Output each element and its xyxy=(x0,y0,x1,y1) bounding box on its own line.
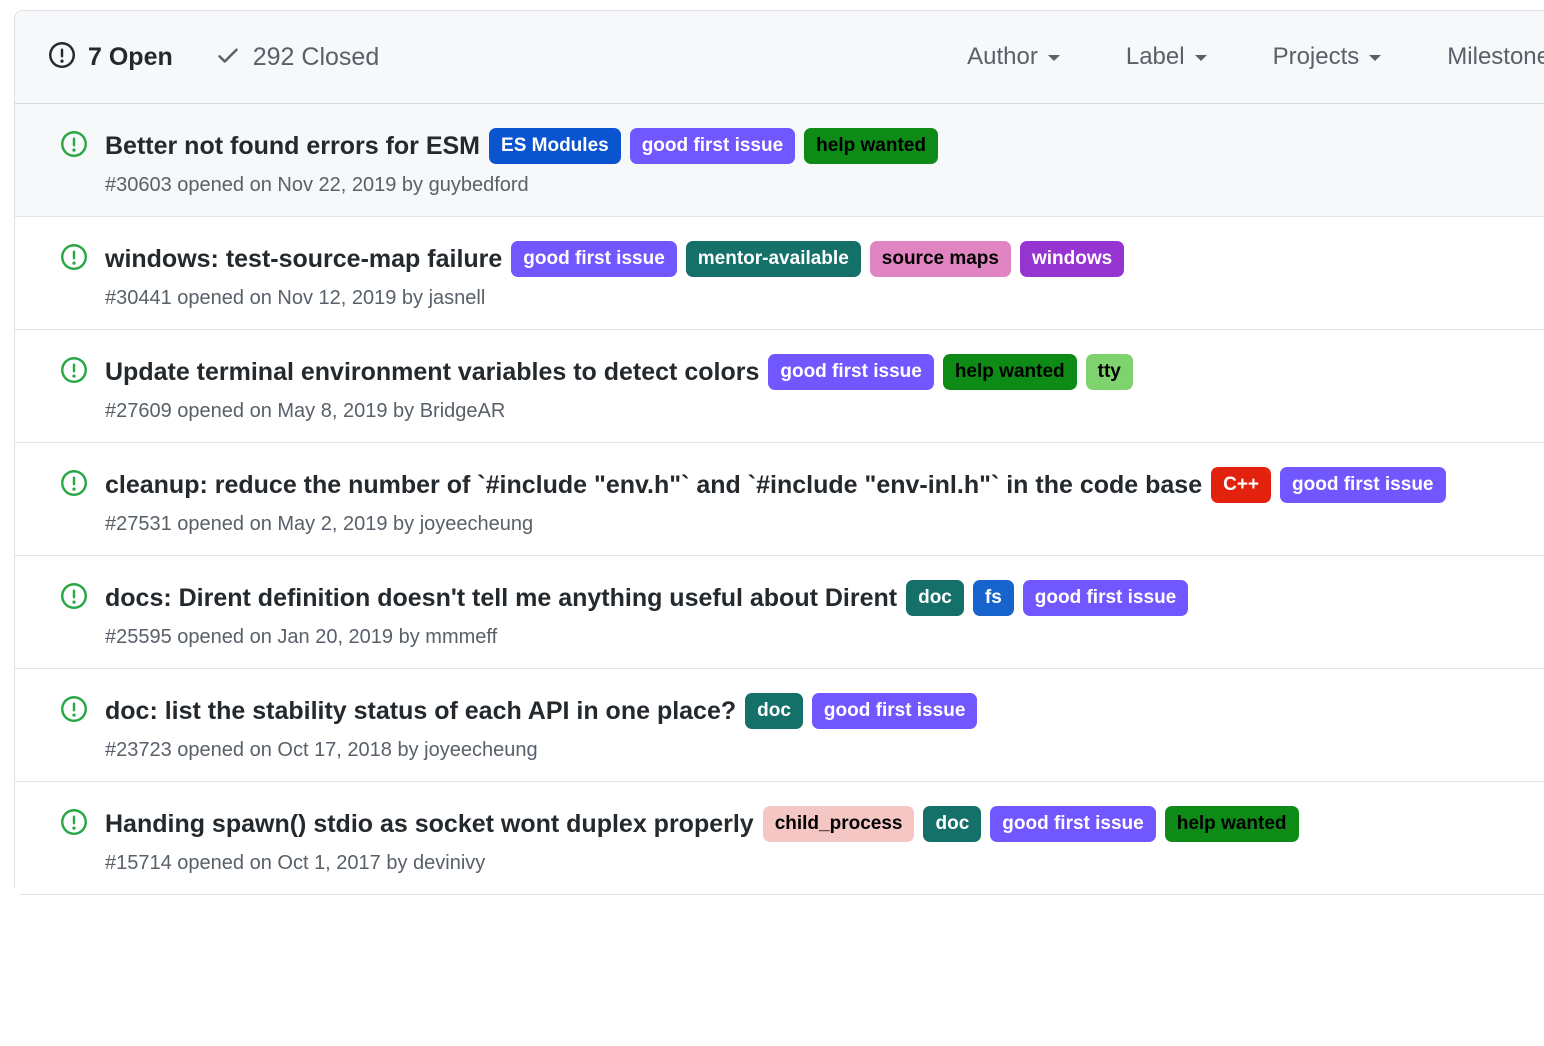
issue-opened-icon xyxy=(49,42,75,73)
label-source-maps[interactable]: source maps xyxy=(870,241,1011,277)
issue-row: cleanup: reduce the number of `#include … xyxy=(15,442,1544,555)
filter-dropdown-label[interactable]: Label xyxy=(1126,43,1207,71)
issue-title-link[interactable]: windows: test-source-map failure xyxy=(105,245,502,273)
issue-row: doc: list the stability status of each A… xyxy=(15,668,1544,781)
check-icon xyxy=(215,42,241,73)
label-doc[interactable]: doc xyxy=(923,806,981,842)
label-windows[interactable]: windows xyxy=(1020,241,1124,277)
label-good-first-issue[interactable]: good first issue xyxy=(990,806,1155,842)
label-good-first-issue[interactable]: good first issue xyxy=(511,241,676,277)
label-es-modules[interactable]: ES Modules xyxy=(489,128,621,164)
label-good-first-issue[interactable]: good first issue xyxy=(1280,467,1445,503)
issue-meta-text: #30441 opened on Nov 12, 2019 by jasnell xyxy=(105,287,1533,310)
closed-count-label: 292 Closed xyxy=(253,43,379,72)
chevron-down-icon xyxy=(1195,55,1207,67)
open-issues-filter[interactable]: 7 Open xyxy=(49,42,173,73)
issue-labels: child_processdocgood first issuehelp wan… xyxy=(754,819,1299,836)
issue-row-main: cleanup: reduce the number of `#include … xyxy=(105,464,1455,506)
issue-labels: docgood first issue xyxy=(736,706,977,723)
label-good-first-issue[interactable]: good first issue xyxy=(812,693,977,729)
issue-meta-text: #25595 opened on Jan 20, 2019 by mmmeff xyxy=(105,626,1533,649)
label-child-process[interactable]: child_process xyxy=(763,806,915,842)
issue-meta-text: #15714 opened on Oct 1, 2017 by devinivy xyxy=(105,852,1533,875)
issue-meta-text: #27531 opened on May 2, 2019 by joyeeche… xyxy=(105,513,1533,536)
issues-list: Better not found errors for ESMES Module… xyxy=(15,104,1544,894)
label-help-wanted[interactable]: help wanted xyxy=(804,128,938,164)
issue-row-main: Handing spawn() stdio as socket wont dup… xyxy=(105,803,1455,845)
filter-label: Label xyxy=(1126,43,1185,71)
issue-labels: ES Modulesgood first issuehelp wanted xyxy=(480,141,938,158)
filter-label: Projects xyxy=(1273,43,1360,71)
issue-meta-text: #27609 opened on May 8, 2019 by BridgeAR xyxy=(105,400,1533,423)
issue-title-link[interactable]: Handing spawn() stdio as socket wont dup… xyxy=(105,810,754,838)
chevron-down-icon xyxy=(1369,55,1381,67)
issues-list-container: 7 Open 292 Closed Author Label Projects … xyxy=(14,10,1544,895)
label-fs[interactable]: fs xyxy=(973,580,1014,616)
filter-dropdown-projects[interactable]: Projects xyxy=(1273,43,1382,71)
issue-opened-icon xyxy=(61,696,87,727)
issue-row-main: Update terminal environment variables to… xyxy=(105,351,1455,393)
issue-opened-icon xyxy=(61,131,87,162)
issue-row-main: doc: list the stability status of each A… xyxy=(105,690,1455,732)
filter-bar: Author Label Projects Milestones xyxy=(967,43,1544,71)
label-c-[interactable]: C++ xyxy=(1211,467,1271,503)
issue-opened-icon xyxy=(61,809,87,840)
label-mentor-available[interactable]: mentor-available xyxy=(686,241,861,277)
label-tty[interactable]: tty xyxy=(1086,354,1133,390)
label-help-wanted[interactable]: help wanted xyxy=(943,354,1077,390)
filter-dropdown-milestones[interactable]: Milestones xyxy=(1447,43,1544,71)
filter-label: Milestones xyxy=(1447,43,1544,71)
issue-labels: good first issuehelp wantedtty xyxy=(759,367,1133,384)
label-doc[interactable]: doc xyxy=(906,580,964,616)
issue-opened-icon xyxy=(61,357,87,388)
issue-opened-icon xyxy=(61,583,87,614)
label-good-first-issue[interactable]: good first issue xyxy=(1023,580,1188,616)
issue-title-link[interactable]: Better not found errors for ESM xyxy=(105,132,480,160)
issue-title-link[interactable]: cleanup: reduce the number of `#include … xyxy=(105,471,1202,499)
filter-label: Author xyxy=(967,43,1038,71)
issue-meta-text: #23723 opened on Oct 17, 2018 by joyeech… xyxy=(105,739,1533,762)
issue-row: Update terminal environment variables to… xyxy=(15,329,1544,442)
issue-labels: C++good first issue xyxy=(1202,480,1445,497)
issues-list-header: 7 Open 292 Closed Author Label Projects … xyxy=(15,11,1544,104)
issue-row: Better not found errors for ESMES Module… xyxy=(15,104,1544,216)
label-doc[interactable]: doc xyxy=(745,693,803,729)
issue-row: windows: test-source-map failuregood fir… xyxy=(15,216,1544,329)
issue-title-link[interactable]: docs: Dirent definition doesn't tell me … xyxy=(105,584,897,612)
closed-issues-filter[interactable]: 292 Closed xyxy=(215,42,379,73)
issue-row-main: docs: Dirent definition doesn't tell me … xyxy=(105,577,1455,619)
issue-meta-text: #30603 opened on Nov 22, 2019 by guybedf… xyxy=(105,174,1533,197)
label-good-first-issue[interactable]: good first issue xyxy=(768,354,933,390)
issue-row: Handing spawn() stdio as socket wont dup… xyxy=(15,781,1544,894)
issue-row-main: windows: test-source-map failuregood fir… xyxy=(105,238,1455,280)
issue-row: docs: Dirent definition doesn't tell me … xyxy=(15,555,1544,668)
issue-title-link[interactable]: doc: list the stability status of each A… xyxy=(105,697,736,725)
chevron-down-icon xyxy=(1048,55,1060,67)
issue-labels: docfsgood first issue xyxy=(897,593,1188,610)
label-help-wanted[interactable]: help wanted xyxy=(1165,806,1299,842)
issue-labels: good first issuementor-availablesource m… xyxy=(502,254,1124,271)
issue-opened-icon xyxy=(61,470,87,501)
issue-opened-icon xyxy=(61,244,87,275)
label-good-first-issue[interactable]: good first issue xyxy=(630,128,795,164)
issue-row-main: Better not found errors for ESMES Module… xyxy=(105,125,1455,167)
filter-dropdown-author[interactable]: Author xyxy=(967,43,1060,71)
open-count-label: 7 Open xyxy=(88,43,173,72)
issue-title-link[interactable]: Update terminal environment variables to… xyxy=(105,358,759,386)
